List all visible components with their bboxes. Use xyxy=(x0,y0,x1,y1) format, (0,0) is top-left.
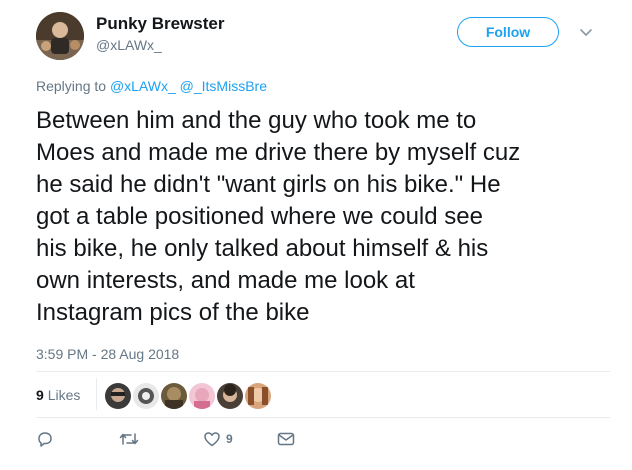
follow-button[interactable]: Follow xyxy=(457,17,559,47)
like-action-count: 9 xyxy=(226,432,233,446)
liker-avatar[interactable] xyxy=(188,382,216,410)
likes-label: Likes xyxy=(47,387,81,403)
tweet-timestamp[interactable]: 3:59 PM - 28 Aug 2018 xyxy=(36,346,179,362)
mention-link[interactable]: @xLAWx_ xyxy=(110,78,176,94)
likes-count: 9 xyxy=(36,387,44,403)
tweet-text-line: own interests, and made me look at xyxy=(36,267,415,294)
divider xyxy=(36,417,610,418)
divider xyxy=(36,371,610,372)
heart-icon[interactable] xyxy=(203,430,221,448)
envelope-icon[interactable] xyxy=(276,430,296,448)
author-handle[interactable]: @xLAWx_ xyxy=(96,37,162,53)
tweet-text-line: Between him and the guy who took me to xyxy=(36,107,477,134)
divider xyxy=(96,378,97,410)
tweet-text: Between him and the guy who took me to M… xyxy=(36,105,616,329)
reply-icon[interactable] xyxy=(36,430,54,448)
liker-avatar[interactable] xyxy=(104,382,132,410)
replying-to: Replying to @xLAWx_ @_ItsMissBre xyxy=(36,78,267,94)
likes-summary[interactable]: 9 Likes xyxy=(36,387,80,403)
tweet-text-line: got a table positioned where we could se… xyxy=(36,203,483,230)
liker-avatar[interactable] xyxy=(160,382,188,410)
tweet-text-line: he said he didn't "want girls on his bik… xyxy=(36,171,501,198)
retweet-icon[interactable] xyxy=(118,430,140,448)
replying-prefix: Replying to xyxy=(36,78,110,94)
tweet-text-line: Instagram pics of the bike xyxy=(36,299,310,326)
liker-avatar[interactable] xyxy=(244,382,272,410)
mention-link[interactable]: @_ItsMissBre xyxy=(180,78,267,94)
tweet-text-line: his bike, he only talked about himself &… xyxy=(36,235,489,262)
author-avatar[interactable] xyxy=(36,12,84,60)
author-name[interactable]: Punky Brewster xyxy=(96,14,225,34)
chevron-down-icon[interactable] xyxy=(578,24,594,40)
tweet-text-line: Moes and made me drive there by myself c… xyxy=(36,139,521,166)
liker-avatar[interactable] xyxy=(132,382,160,410)
liker-avatar[interactable] xyxy=(216,382,244,410)
